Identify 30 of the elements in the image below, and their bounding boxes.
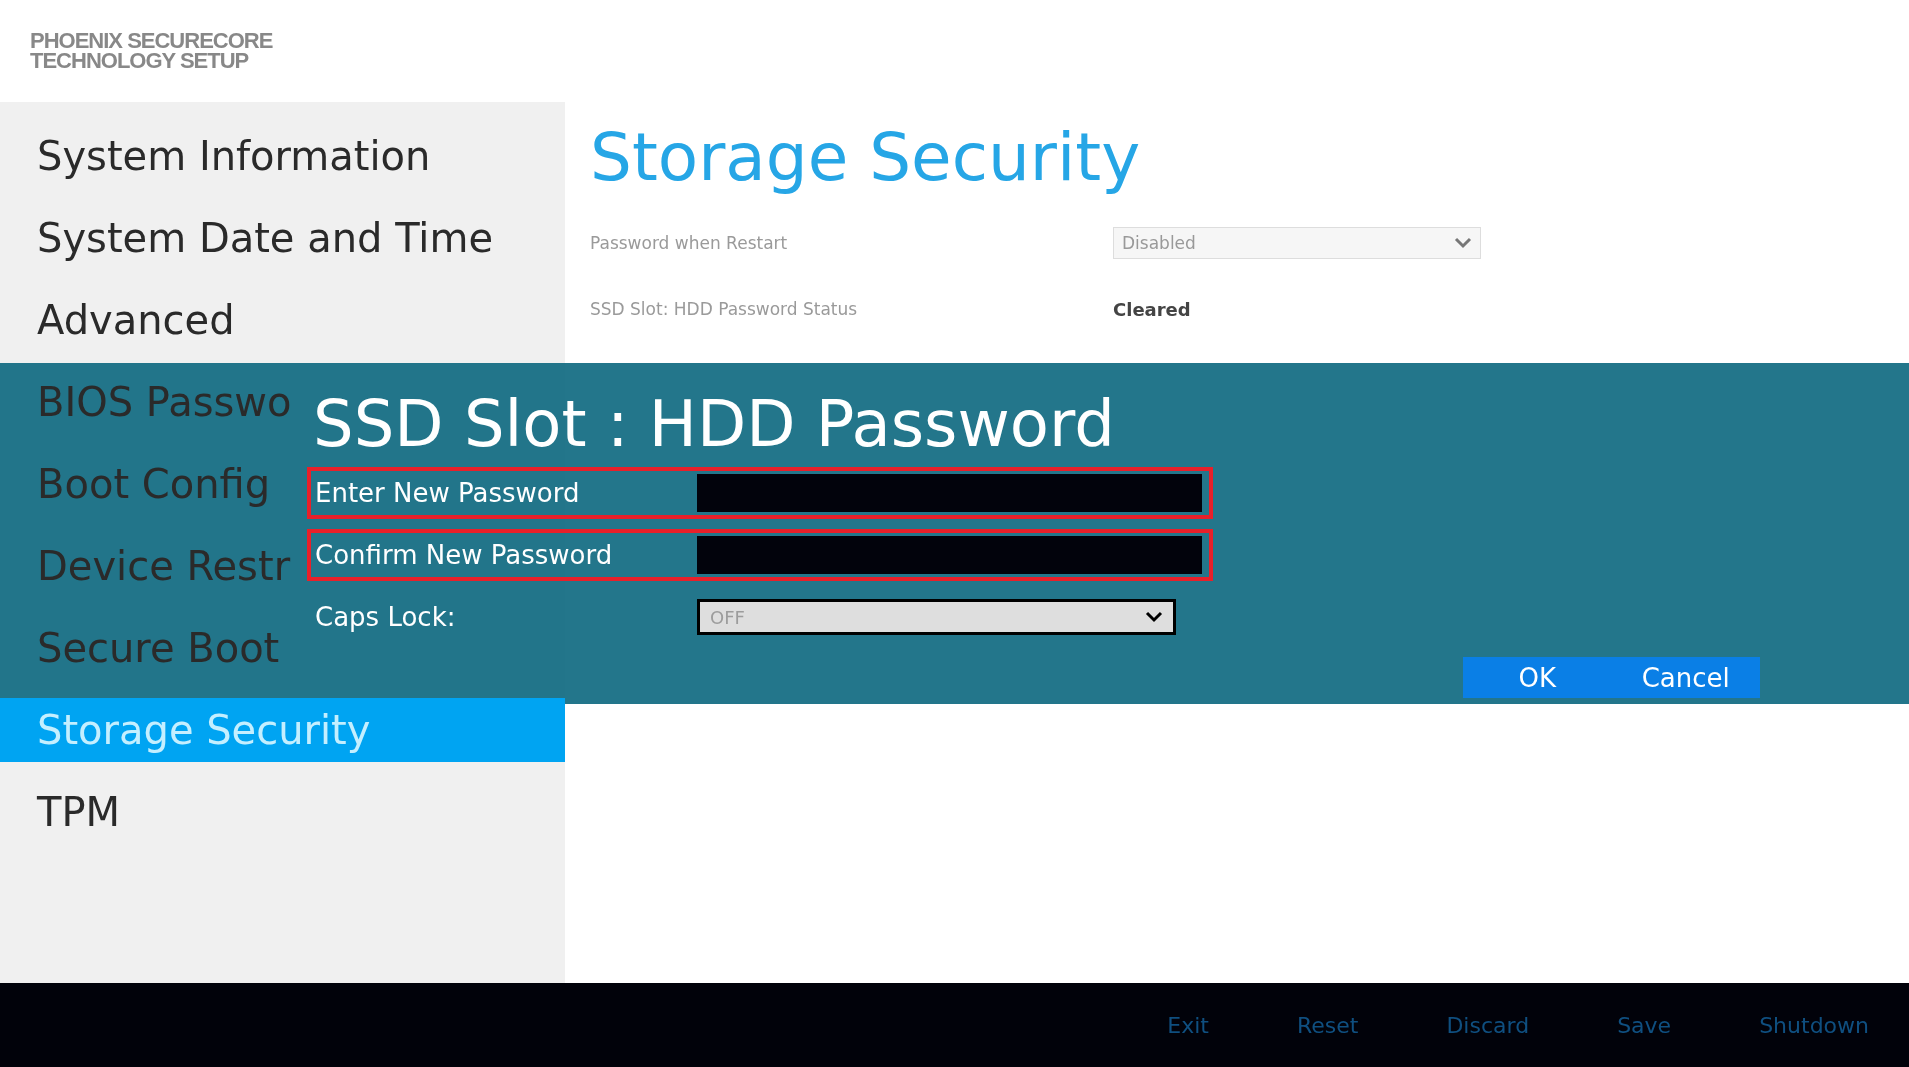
caret-icon (1145, 611, 1163, 623)
caret-icon (1454, 237, 1472, 249)
footer-action[interactable]: Reset (1296, 1012, 1359, 1038)
password-field[interactable] (697, 474, 1202, 512)
sidebar-item[interactable]: Boot Config (0, 452, 277, 516)
dialog-button[interactable]: Cancel (1611, 657, 1760, 698)
footer-action[interactable]: Save (1617, 1012, 1672, 1038)
field-label: Caps Lock: (314, 602, 457, 632)
dropdown[interactable]: Disabled (1113, 227, 1481, 259)
password-field[interactable] (697, 536, 1202, 574)
sidebar-item[interactable]: Device Restr (0, 534, 297, 598)
sidebar-item[interactable]: Secure Boot (0, 616, 286, 680)
sidebar-item[interactable]: System Information (0, 124, 437, 188)
page-title: Storage Security (590, 117, 1142, 198)
dialog-button[interactable]: OK (1463, 657, 1612, 698)
sidebar-item[interactable]: Advanced (0, 288, 241, 352)
footer-action[interactable]: Shutdown (1759, 1012, 1869, 1038)
sidebar-item[interactable]: Storage Security (0, 698, 565, 762)
logo-text: PHOENIX SECURECORE TECHNOLOGY SETUP (30, 31, 273, 71)
field-label: Enter New Password (314, 478, 581, 508)
sidebar-item[interactable]: System Date and Time (0, 206, 500, 270)
sidebar-item[interactable]: TPM (0, 780, 127, 844)
setting-label: Password when Restart (590, 233, 789, 253)
footer-action[interactable]: Exit (1167, 1012, 1209, 1038)
field-label: Confirm New Password (314, 540, 614, 570)
footer-action[interactable]: Discard (1446, 1012, 1530, 1038)
sidebar-item[interactable]: BIOS Passwo (0, 370, 298, 434)
setting-label: SSD Slot: HDD Password Status (590, 299, 859, 319)
setting-value: Cleared (1113, 298, 1191, 320)
dialog-title: SSD Slot : HDD Password (312, 386, 1116, 463)
